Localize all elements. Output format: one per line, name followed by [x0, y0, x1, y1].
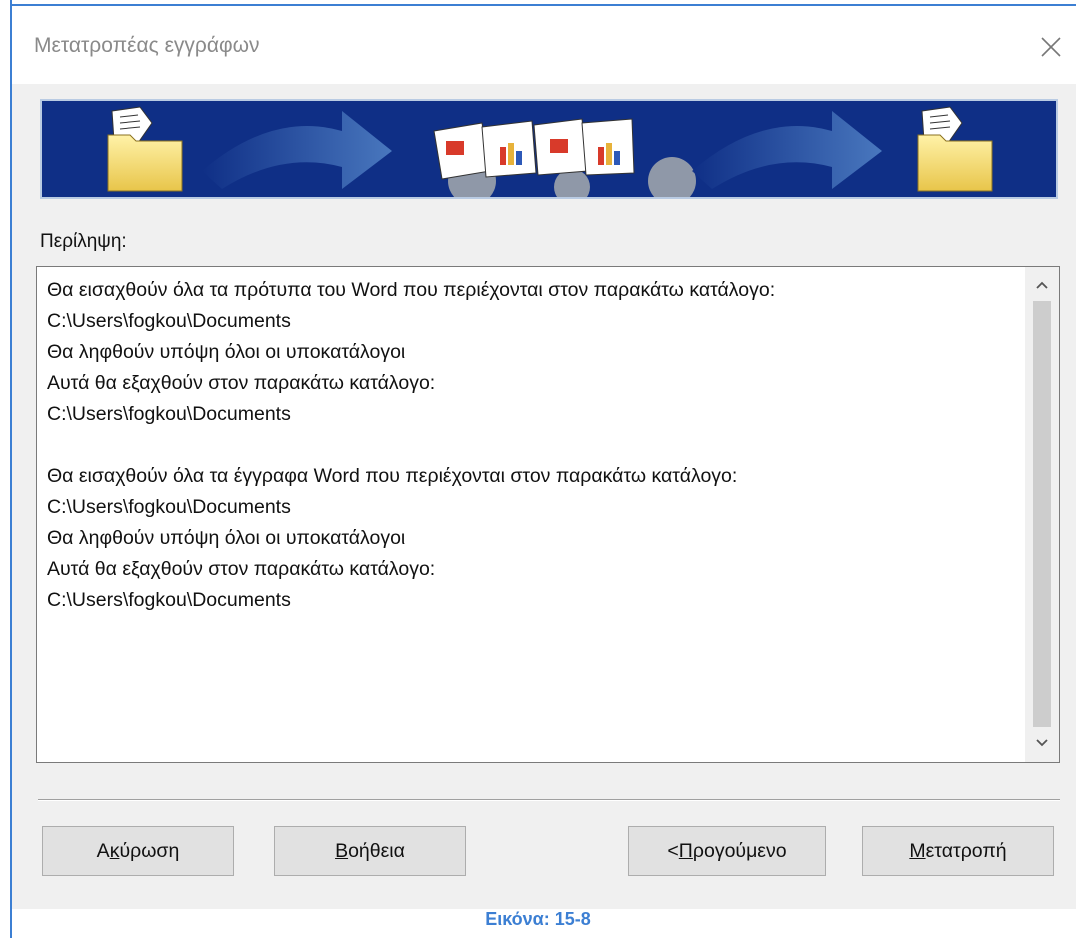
back-mnemonic: Π: [678, 839, 693, 862]
target-folder-icon: [917, 106, 993, 192]
help-mnemonic: Β: [335, 839, 349, 862]
back-label-post: ρογούμενο: [692, 839, 787, 862]
summary-text: Θα εισαχθούν όλα τα πρότυπα του Word που…: [47, 279, 776, 611]
summary-textarea[interactable]: Θα εισαχθούν όλα τα πρότυπα του Word που…: [36, 266, 1060, 763]
cancel-label-post: ύρωση: [119, 839, 180, 862]
title-bar: Μετατροπέας εγγράφων: [12, 6, 1076, 84]
scroll-thumb[interactable]: [1033, 301, 1051, 727]
chevron-down-icon: [1036, 739, 1048, 747]
scroll-down-button[interactable]: [1025, 727, 1059, 759]
documents-icon: [433, 118, 635, 180]
figure-caption: Εικόνα: 15-8: [485, 909, 591, 929]
close-button[interactable]: [1034, 30, 1068, 64]
cancel-mnemonic: κ: [109, 839, 120, 862]
convert-label-post: ετατροπή: [925, 839, 1007, 862]
divider-highlight: [38, 800, 1060, 801]
window-title: Μετατροπέας εγγράφων: [34, 34, 260, 57]
back-label-pre: <: [667, 839, 679, 862]
arrow-icon: [692, 111, 882, 189]
wizard-banner: [40, 99, 1058, 199]
page: Μετατροπέας εγγράφων Περίληψη: Θα εισαχθ…: [0, 0, 1076, 938]
scroll-up-button[interactable]: [1025, 269, 1059, 301]
chevron-up-icon: [1036, 281, 1048, 289]
vertical-scrollbar[interactable]: [1025, 267, 1059, 762]
convert-button[interactable]: Μετατροπή: [862, 826, 1054, 876]
cancel-button[interactable]: Ακ ύρωση: [42, 826, 234, 876]
document-converter-dialog: Μετατροπέας εγγράφων Περίληψη: Θα εισαχθ…: [12, 6, 1076, 909]
help-label-post: οήθεια: [348, 839, 405, 862]
cancel-label-pre: Α: [96, 839, 110, 862]
banner-illustration: [107, 106, 993, 197]
arrow-icon: [202, 111, 392, 189]
help-button[interactable]: Βοήθεια: [274, 826, 466, 876]
convert-mnemonic: Μ: [909, 839, 926, 862]
close-icon: [1041, 37, 1061, 57]
summary-label: Περίληψη:: [40, 231, 127, 252]
source-folder-icon: [107, 106, 183, 192]
back-button[interactable]: < Προγούμενο: [628, 826, 826, 876]
